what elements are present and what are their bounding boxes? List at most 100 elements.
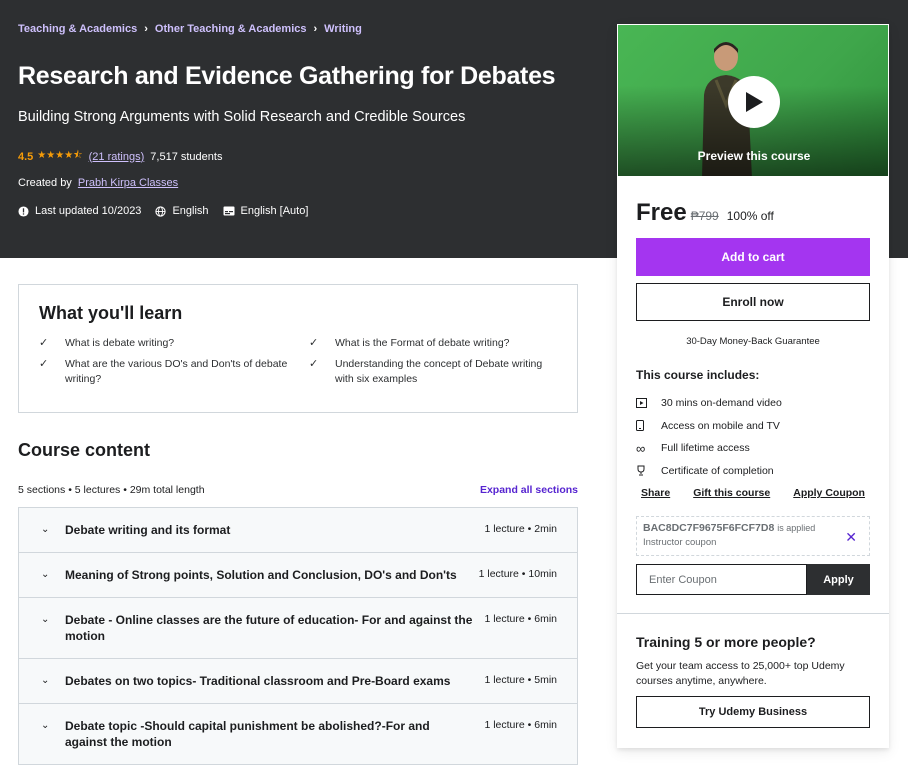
discount-percent: 100% off <box>726 209 774 223</box>
alert-badge-icon <box>18 205 29 217</box>
include-text: 30 mins on-demand video <box>661 397 782 410</box>
chevron-right-icon: › <box>144 23 148 35</box>
section-row[interactable]: ⌄ Debate topic -Should capital punishmen… <box>19 704 577 764</box>
check-icon: ✓ <box>309 337 319 349</box>
last-updated: Last updated 10/2023 <box>18 205 141 217</box>
divider <box>617 613 889 614</box>
section-row[interactable]: ⌄ Meaning of Strong points, Solution and… <box>19 553 577 598</box>
coupon-code: BAC8DC7F9675F6FCF7D8 <box>643 522 775 534</box>
section-info: 1 lecture • 10min <box>478 568 557 580</box>
share-link[interactable]: Share <box>641 487 670 499</box>
price-row: Free ₱799 100% off <box>636 199 774 227</box>
chevron-down-icon: ⌄ <box>41 614 50 625</box>
include-item: 30 mins on-demand video <box>636 392 782 415</box>
sections-accordion: ⌄ Debate writing and its format 1 lectur… <box>18 507 578 765</box>
learn-item-text: What are the various DO's and Don'ts of … <box>65 358 288 385</box>
course-content-summary: 5 sections • 5 lectures • 29m total leng… <box>18 484 205 496</box>
section-title: Debate topic -Should capital punishment … <box>65 719 430 749</box>
learn-title: What you'll learn <box>39 303 183 323</box>
ratings-count-link[interactable]: (21 ratings) <box>89 151 145 163</box>
try-udemy-business-button[interactable]: Try Udemy Business <box>636 696 870 728</box>
captions: English [Auto] <box>223 205 309 217</box>
chevron-down-icon: ⌄ <box>41 524 50 535</box>
learn-item-text: Understanding the concept of Debate writ… <box>335 358 543 385</box>
infinity-icon: ∞ <box>636 440 646 456</box>
created-by-label: Created by <box>18 177 72 189</box>
money-back-guarantee: 30-Day Money-Back Guarantee <box>686 336 820 347</box>
chevron-down-icon: ⌄ <box>41 569 50 580</box>
section-row[interactable]: ⌄ Debates on two topics- Traditional cla… <box>19 659 577 704</box>
include-text: Access on mobile and TV <box>661 419 780 432</box>
section-title: Meaning of Strong points, Solution and C… <box>65 568 457 582</box>
section-info: 1 lecture • 6min <box>484 613 557 625</box>
course-meta: Last updated 10/2023 English English [Au… <box>18 205 322 217</box>
original-price: ₱799 <box>690 209 719 223</box>
captions-text: English [Auto] <box>240 205 309 217</box>
coupon-code-line: BAC8DC7F9675F6FCF7D8 is applied <box>643 522 863 534</box>
gift-course-link[interactable]: Gift this course <box>693 487 770 499</box>
team-training-title: Training 5 or more people? <box>636 634 816 650</box>
coupon-applied-text: is applied <box>777 523 816 533</box>
closed-captions-icon <box>223 206 235 216</box>
course-preview-video[interactable]: Preview this course <box>617 24 889 177</box>
check-icon: ✓ <box>309 358 319 370</box>
learn-item: ✓ Understanding the concept of Debate wr… <box>309 357 559 387</box>
section-title: Debate - Online classes are the future o… <box>65 613 473 643</box>
breadcrumb-item-category[interactable]: Teaching & Academics <box>18 23 137 35</box>
include-item: Access on mobile and TV <box>636 415 782 438</box>
learn-item: ✓ What is debate writing? <box>39 336 309 351</box>
play-icon[interactable] <box>728 76 780 128</box>
language-text: English <box>172 205 209 217</box>
learn-item-text: What is debate writing? <box>65 337 175 349</box>
star-rating-icon: ★★★★⯪ <box>37 150 83 161</box>
language: English <box>155 205 209 217</box>
chevron-down-icon: ⌄ <box>41 720 50 731</box>
video-icon <box>636 398 661 409</box>
author-link[interactable]: Prabh Kirpa Classes <box>78 177 178 189</box>
trophy-icon <box>636 465 661 476</box>
include-item: ∞ Full lifetime access <box>636 437 782 460</box>
breadcrumb-item-subcategory[interactable]: Other Teaching & Academics <box>155 23 307 35</box>
purchase-sidebar: Preview this course Free ₱799 100% off A… <box>617 24 889 748</box>
includes-list: 30 mins on-demand video Access on mobile… <box>636 392 782 482</box>
learn-item-text: What is the Format of debate writing? <box>335 337 510 349</box>
section-info: 1 lecture • 6min <box>484 719 557 731</box>
team-training-description: Get your team access to 25,000+ top Udem… <box>636 660 845 687</box>
check-icon: ✓ <box>39 358 49 370</box>
include-text: Full lifetime access <box>661 442 750 455</box>
preview-label: Preview this course <box>697 149 811 163</box>
section-row[interactable]: ⌄ Debate writing and its format 1 lectur… <box>19 508 577 553</box>
include-item: Certificate of completion <box>636 460 782 483</box>
applied-coupon-box: BAC8DC7F9675F6FCF7D8 is applied Instruct… <box>636 516 870 556</box>
enroll-now-button[interactable]: Enroll now <box>636 283 870 321</box>
remove-coupon-icon[interactable]: ✕ <box>845 529 857 546</box>
last-updated-text: Last updated 10/2023 <box>35 205 142 217</box>
section-row[interactable]: ⌄ Debate - Online classes are the future… <box>19 598 577 659</box>
add-to-cart-button[interactable]: Add to cart <box>636 238 870 276</box>
students-count: 7,517 students <box>150 150 223 163</box>
rating-row: 4.5 ★★★★⯪ (21 ratings) 7,517 students <box>18 148 222 165</box>
coupon-input[interactable] <box>636 564 807 595</box>
coupon-type: Instructor coupon <box>643 537 717 548</box>
learn-item: ✓ What are the various DO's and Don'ts o… <box>39 357 309 387</box>
globe-icon <box>155 205 167 217</box>
course-subtitle: Building Strong Arguments with Solid Res… <box>18 109 466 125</box>
rating-value: 4.5 <box>18 150 34 163</box>
breadcrumb: Teaching & Academics › Other Teaching & … <box>18 23 362 35</box>
section-title: Debates on two topics- Traditional class… <box>65 674 451 688</box>
course-content-meta: 5 sections • 5 lectures • 29m total leng… <box>18 484 578 496</box>
what-youll-learn: What you'll learn ✓ What is debate writi… <box>18 284 578 413</box>
chevron-down-icon: ⌄ <box>41 675 50 686</box>
created-by: Created by Prabh Kirpa Classes <box>18 177 178 189</box>
current-price: Free <box>636 199 687 226</box>
chevron-right-icon: › <box>313 23 318 35</box>
include-text: Certificate of completion <box>661 464 774 477</box>
learn-item: ✓ What is the Format of debate writing? <box>309 336 559 351</box>
mobile-icon <box>636 420 661 432</box>
apply-coupon-link[interactable]: Apply Coupon <box>793 487 865 499</box>
expand-all-sections-button[interactable]: Expand all sections <box>480 484 578 496</box>
apply-coupon-button[interactable]: Apply <box>807 564 870 595</box>
course-content-title: Course content <box>18 440 151 460</box>
section-info: 1 lecture • 2min <box>484 523 557 535</box>
breadcrumb-item-topic[interactable]: Writing <box>324 23 362 35</box>
